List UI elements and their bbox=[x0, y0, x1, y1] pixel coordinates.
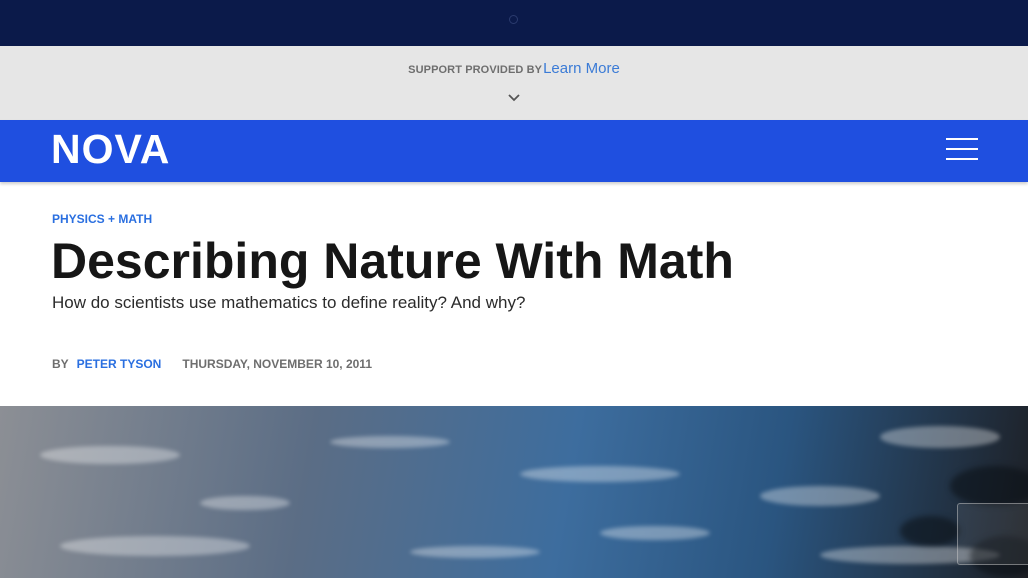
article-subtitle: How do scientists use mathematics to def… bbox=[52, 293, 526, 312]
publish-date: THURSDAY, NOVEMBER 10, 2011 bbox=[182, 357, 372, 371]
category-link[interactable]: PHYSICS + MATH bbox=[52, 212, 152, 226]
article-title: Describing Nature With Math bbox=[51, 233, 734, 289]
hamburger-menu-icon[interactable] bbox=[946, 137, 978, 161]
author-link[interactable]: PETER TYSON bbox=[77, 357, 162, 371]
chevron-down-icon[interactable] bbox=[508, 93, 520, 103]
hero-corner-widget[interactable] bbox=[957, 503, 1028, 565]
sponsor-bar bbox=[0, 46, 1028, 120]
support-provided-by-label: SUPPORT PROVIDED BY bbox=[408, 64, 543, 76]
by-label: BY bbox=[52, 357, 69, 371]
byline: BY PETER TYSON THURSDAY, NOVEMBER 10, 20… bbox=[52, 357, 372, 371]
loading-dot-icon bbox=[509, 15, 518, 24]
nova-logo[interactable]: NOVA bbox=[51, 129, 170, 170]
sponsor-row: SUPPORT PROVIDED BY Learn More bbox=[0, 60, 1028, 77]
learn-more-link[interactable]: Learn More bbox=[543, 60, 620, 77]
top-banner-bar bbox=[0, 0, 1028, 46]
hero-image bbox=[0, 406, 1028, 578]
